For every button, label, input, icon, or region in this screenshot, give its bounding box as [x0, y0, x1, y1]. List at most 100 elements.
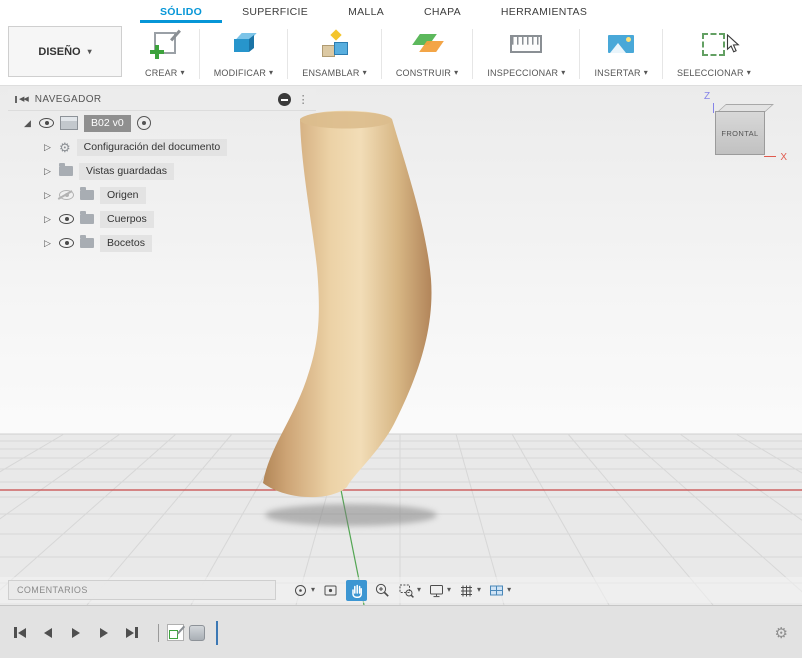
expand-arrow-icon[interactable]: ▷ — [42, 142, 53, 152]
toolbar-group-insertar[interactable]: INSERTAR ▾ — [581, 23, 661, 85]
tab-herramientas[interactable]: HERRAMIENTAS — [481, 0, 607, 23]
axis-x-label: X — [780, 152, 787, 163]
folder-icon — [80, 187, 94, 200]
ribbon-tab-bar: SÓLIDO SUPERFICIE MALLA CHAPA HERRAMIENT… — [0, 0, 802, 23]
go-to-end-button[interactable] — [122, 623, 142, 643]
ribbon-toolbar: DISEÑO ▾ CREAR ▾ MODIFICAR ▾ ENSAMBLAR ▾ CO… — [0, 23, 802, 86]
toolbar-group-ensamblar[interactable]: ENSAMBLAR ▾ — [289, 23, 380, 85]
tab-solido[interactable]: SÓLIDO — [140, 0, 222, 23]
grid-snap-button[interactable]: ▾ — [458, 582, 481, 599]
timeline-playhead[interactable] — [216, 620, 218, 645]
gear-icon: ⚙ — [59, 139, 71, 155]
activate-component-radio[interactable] — [136, 116, 151, 130]
orbit-tool-button[interactable]: ▾ — [292, 582, 315, 599]
navigator-item-document-settings[interactable]: ▷ ⚙ Configuración del documento — [8, 135, 316, 159]
tab-malla[interactable]: MALLA — [328, 0, 404, 23]
timeline-feature-sketch-icon[interactable] — [167, 624, 184, 641]
orbit-icon — [295, 584, 306, 596]
display-settings-button[interactable]: ▾ — [428, 582, 451, 599]
viewports-button[interactable]: ▾ — [488, 582, 511, 599]
toolbar-group-construir[interactable]: CONSTRUIR ▾ — [383, 23, 472, 85]
pan-tool-button[interactable] — [346, 579, 368, 601]
timeline-start-tick — [158, 623, 159, 642]
construct-icon — [412, 31, 444, 57]
step-back-button[interactable] — [38, 623, 58, 643]
timeline-settings-gear-icon[interactable]: ⚙ — [775, 624, 788, 642]
comments-label: COMENTARIOS — [17, 585, 88, 595]
group-label-crear: CREAR — [145, 68, 178, 78]
group-label-construir: CONSTRUIR — [395, 68, 452, 78]
grid-icon — [461, 585, 473, 596]
group-label-modificar: MODIFICAR — [213, 68, 267, 78]
expand-arrow-icon[interactable]: ▷ — [42, 238, 53, 248]
select-box-icon — [702, 32, 726, 56]
toolbar-group-inspeccionar[interactable]: INSPECCIONAR ▾ — [474, 23, 578, 85]
tab-chapa[interactable]: CHAPA — [404, 0, 481, 23]
viewport-bottom-bar: COMENTARIOS ▾ ▾ ▾ ▾ ▾ — [0, 577, 802, 603]
play-button[interactable] — [66, 623, 86, 643]
toolbar-divider — [661, 29, 663, 79]
workspace-selector-button[interactable]: DISEÑO ▾ — [8, 26, 122, 77]
viewcube[interactable]: FRONTAL Z X — [702, 91, 787, 168]
dropdown-caret-icon: ▾ — [561, 68, 566, 77]
3d-viewport[interactable]: ◀◀ NAVEGADOR ⋮ ◢ B02 v0 ▷ ⚙ Configuració… — [0, 86, 802, 605]
navigator-item-bodies[interactable]: ▷ Cuerpos — [8, 207, 316, 231]
navigator-item-origin[interactable]: ▷ Origen — [8, 183, 316, 207]
dropdown-caret-icon: ▾ — [507, 585, 512, 594]
visibility-eye-icon[interactable] — [59, 238, 74, 248]
model-shadow — [265, 504, 437, 526]
tab-superficie[interactable]: SUPERFICIE — [222, 0, 328, 23]
timeline-feature-body-icon[interactable] — [189, 624, 205, 641]
toolbar-group-modificar[interactable]: MODIFICAR ▾ — [201, 23, 287, 85]
fusion-window: SÓLIDO SUPERFICIE MALLA CHAPA HERRAMIENT… — [0, 0, 802, 658]
tree-item-label: Configuración del documento — [76, 138, 228, 156]
toolbar-group-seleccionar[interactable]: SELECCIONAR ▾ — [664, 23, 764, 85]
visibility-eye-icon[interactable] — [39, 118, 54, 128]
document-icon — [60, 116, 78, 130]
timeline-feature-strip — [158, 620, 218, 645]
collapse-panel-icon[interactable] — [277, 93, 291, 106]
dropdown-caret-icon: ▾ — [362, 68, 367, 77]
step-forward-button[interactable] — [94, 623, 114, 643]
go-to-start-button[interactable] — [10, 623, 30, 643]
workspace-label: DISEÑO — [38, 45, 81, 58]
expand-arrow-icon[interactable]: ▷ — [42, 214, 53, 224]
comments-input[interactable]: COMENTARIOS — [8, 580, 276, 600]
group-label-inspeccionar: INSPECCIONAR — [487, 68, 559, 78]
navigator-item-root[interactable]: ◢ B02 v0 — [8, 111, 316, 135]
zoom-window-tool-button[interactable]: ▾ — [398, 582, 421, 599]
toolbar-divider — [579, 29, 581, 79]
navigator-header[interactable]: ◀◀ NAVEGADOR ⋮ — [8, 89, 316, 111]
zoom-in-icon — [375, 583, 389, 597]
tree-item-label: Bocetos — [100, 234, 152, 252]
dropdown-caret-icon: ▾ — [454, 68, 459, 77]
viewports-icon — [490, 585, 504, 595]
zoom-window-icon — [399, 584, 414, 598]
visibility-eye-icon[interactable] — [59, 214, 74, 224]
zoom-tool-button[interactable] — [374, 582, 391, 599]
dock-panel-icon[interactable]: ◀◀ — [15, 96, 29, 103]
viewcube-front-face[interactable]: FRONTAL — [715, 111, 765, 155]
toolbar-divider — [287, 29, 289, 79]
dropdown-caret-icon: ▾ — [447, 585, 452, 594]
expand-arrow-icon[interactable]: ▷ — [42, 190, 53, 200]
expand-arrow-icon[interactable]: ▷ — [42, 166, 53, 176]
dropdown-caret-icon: ▾ — [180, 68, 185, 77]
expand-arrow-icon[interactable]: ◢ — [22, 118, 33, 128]
assemble-icon — [320, 28, 350, 58]
create-sketch-icon — [149, 29, 181, 59]
toolbar-group-crear[interactable]: CREAR ▾ — [132, 23, 198, 85]
panel-menu-icon[interactable]: ⋮ — [298, 93, 309, 106]
navigator-item-sketches[interactable]: ▷ Bocetos — [8, 231, 316, 255]
folder-icon — [80, 235, 94, 248]
toolbar-divider — [472, 29, 474, 79]
dropdown-caret-icon: ▾ — [311, 585, 316, 594]
navigator-item-saved-views[interactable]: ▷ Vistas guardadas — [8, 159, 316, 183]
dropdown-caret-icon: ▾ — [746, 68, 751, 77]
visibility-eye-off-icon[interactable] — [59, 190, 74, 200]
toolbar-divider — [198, 29, 200, 79]
dropdown-caret-icon: ▾ — [417, 585, 422, 594]
pan-hand-icon — [352, 584, 362, 598]
look-at-tool-button[interactable] — [322, 582, 339, 599]
root-document-label: B02 v0 — [84, 114, 131, 132]
